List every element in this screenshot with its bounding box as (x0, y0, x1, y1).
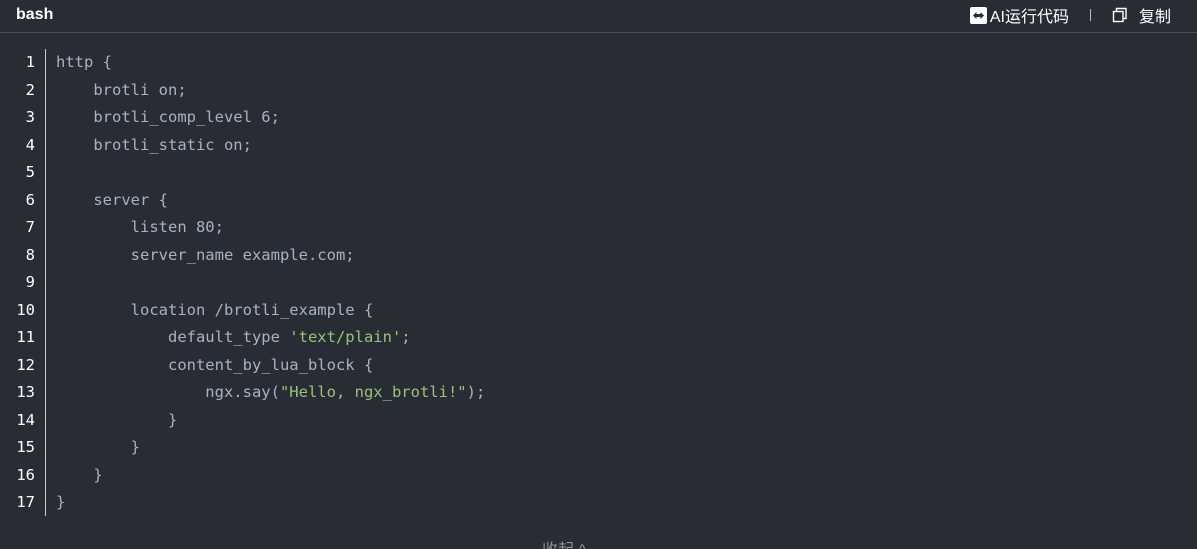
line-number: 2 (25, 80, 35, 99)
code-token: content_by_lua_block { (56, 355, 374, 374)
code-text: } (56, 407, 177, 435)
code-line: 5 (0, 159, 1197, 187)
copy-label: 复制 (1138, 9, 1171, 26)
line-number: 6 (25, 190, 35, 209)
code-line: 1 http { (0, 49, 1197, 77)
code-area[interactable]: 1 http {2 brotli on; 3 brotli_comp_level 6… (0, 49, 1197, 517)
ai-run-icon (969, 6, 987, 24)
line-number: 16 (16, 465, 35, 484)
code-line: 15 } (0, 434, 1197, 462)
line-number: 8 (25, 245, 35, 264)
line-number: 5 (25, 163, 35, 181)
ai-run-button[interactable]: AI运行代码 (969, 3, 1069, 27)
line-number: 9 (25, 273, 35, 291)
code-line: 13 ngx.say("Hello, ngx_brotli!"); (0, 379, 1197, 407)
code-text: listen 80; (56, 214, 224, 242)
code-token: listen 80; (56, 218, 224, 236)
code-text: brotli on; (56, 77, 187, 105)
code-string: "Hello, ngx_brotli!" (279, 383, 467, 401)
code-text: content_by_lua_block { (56, 352, 373, 380)
code-token: } (56, 410, 178, 429)
code-line: 12 content_by_lua_block { (0, 352, 1197, 380)
code-line: 14 } (0, 407, 1197, 435)
code-line: 7 listen 80; (0, 214, 1197, 242)
code-line: 11 default_type 'text/plain'; (0, 324, 1197, 352)
code-text: } (56, 462, 103, 490)
code-token: ); (466, 383, 486, 401)
code-token: ngx.say( (56, 383, 280, 401)
copy-button[interactable]: 复制 (1111, 3, 1171, 27)
line-number: 13 (16, 383, 35, 401)
code-text: server_name example.com; (56, 242, 355, 270)
code-token: brotli on; (56, 80, 187, 99)
line-number: 3 (25, 108, 35, 126)
code-line: 9 (0, 269, 1197, 297)
code-text: brotli_comp_level 6; (56, 104, 280, 132)
line-number: 14 (16, 410, 35, 429)
line-number: 17 (16, 493, 35, 511)
code-token: location /brotli_example { (56, 300, 374, 319)
code-text: brotli_static on; (56, 132, 252, 160)
code-text: location /brotli_example { (56, 297, 374, 325)
code-token: } (56, 465, 103, 484)
collapse-button[interactable]: 收起 ^ (542, 536, 586, 549)
code-token: server { (56, 190, 168, 209)
code-line: 2 brotli on; (0, 77, 1197, 105)
code-token: server_name example.com; (56, 245, 355, 264)
code-text: ngx.say("Hello, ngx_brotli!"); (56, 379, 485, 407)
code-line: 16 } (0, 462, 1197, 490)
copy-icon (1112, 7, 1127, 23)
code-block: bash AI运行代码 复制 1 http {2 brotli on; 3 br… (0, 0, 1197, 549)
code-header: bash AI运行代码 复制 (0, 0, 1197, 33)
code-text: server { (56, 187, 168, 215)
code-text: http { (56, 49, 112, 77)
line-number: 7 (25, 218, 35, 236)
code-token: default_type (56, 328, 290, 346)
language-label: bash (16, 6, 54, 23)
line-number: 4 (25, 135, 35, 154)
line-number: 10 (16, 300, 35, 319)
code-text: } (56, 489, 65, 517)
code-text: } (56, 434, 140, 462)
code-token: brotli_static on; (56, 135, 252, 154)
code-text: default_type 'text/plain'; (56, 324, 411, 352)
line-number: 12 (16, 355, 35, 374)
code-string: 'text/plain' (289, 328, 402, 346)
code-token: } (56, 438, 140, 456)
code-line: 6 server { (0, 187, 1197, 215)
code-token: ; (401, 328, 411, 346)
code-token: brotli_comp_level 6; (56, 108, 280, 126)
line-number: 15 (16, 438, 35, 456)
code-token: } (56, 493, 66, 511)
toolbar-divider (1089, 9, 1091, 21)
code-token: http { (56, 53, 112, 71)
code-line: 3 brotli_comp_level 6; (0, 104, 1197, 132)
code-line: 10 location /brotli_example { (0, 297, 1197, 325)
code-line: 8 server_name example.com; (0, 242, 1197, 270)
line-number: 1 (25, 53, 35, 71)
code-line: 4 brotli_static on; (0, 132, 1197, 160)
ai-run-label: AI运行代码 (989, 9, 1069, 26)
code-line: 17} (0, 489, 1197, 517)
line-number: 11 (16, 328, 35, 346)
code-toolbar: AI运行代码 复制 (969, 3, 1171, 27)
